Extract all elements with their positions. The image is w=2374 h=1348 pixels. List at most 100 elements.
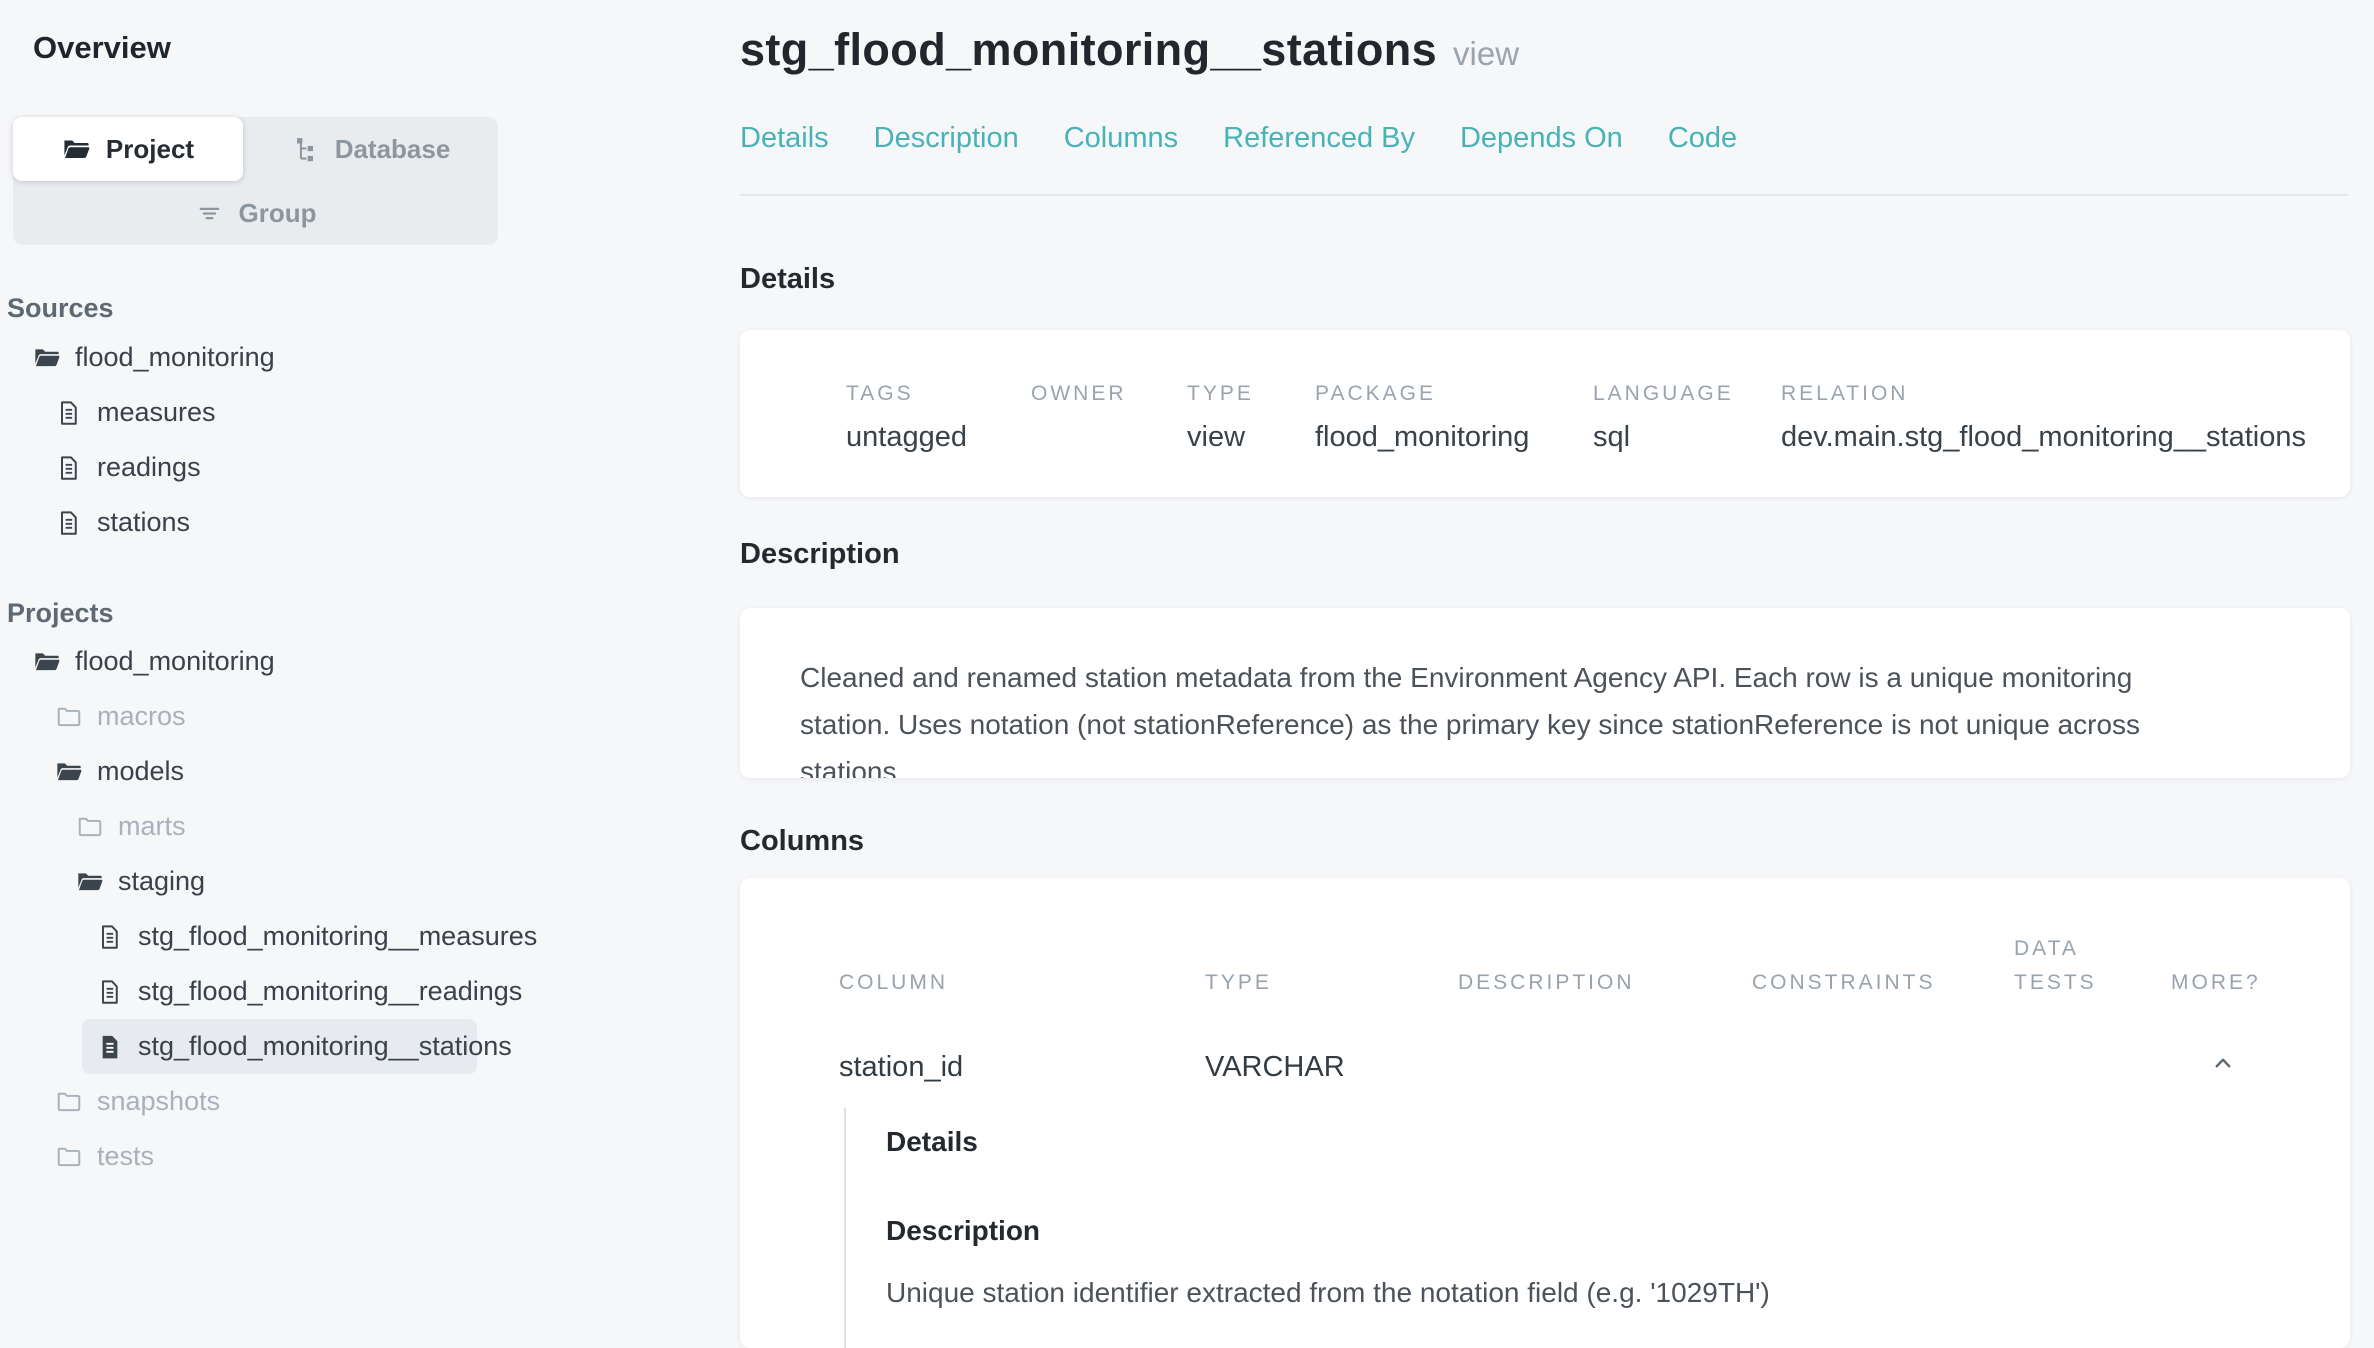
tree-item-label: tests [97, 1141, 154, 1172]
nav-link-columns[interactable]: Columns [1064, 122, 1178, 155]
detail-field-type: TYPE view [1187, 382, 1315, 454]
tree-item-flood_monitoring[interactable]: flood_monitoring [0, 330, 730, 385]
chevron-up-icon[interactable] [2208, 1048, 2238, 1078]
file-icon [55, 454, 83, 482]
nav-link-referenced-by[interactable]: Referenced By [1223, 122, 1415, 155]
file-icon [96, 978, 124, 1006]
view-toggle: Project Database Group [13, 117, 498, 245]
nav-link-description[interactable]: Description [874, 122, 1019, 155]
detail-field-value: sql [1593, 421, 1781, 454]
tab-database-label: Database [335, 134, 451, 165]
page-title: stg_flood_monitoring__stationsview [740, 24, 1519, 76]
folder-open-icon [33, 344, 61, 372]
nav-link-depends-on[interactable]: Depends On [1460, 122, 1623, 155]
description-card: Cleaned and renamed station metadata fro… [740, 608, 2350, 778]
nav-divider [740, 194, 2348, 196]
tree-item-snapshots[interactable]: snapshots [0, 1074, 730, 1129]
tree-item-stg_flood_monitoring__measures[interactable]: stg_flood_monitoring__measures [0, 909, 730, 964]
tree-item-macros[interactable]: macros [0, 689, 730, 744]
column-header-constraints: CONSTRAINTS [1752, 966, 2014, 1000]
sources-section-header: Sources [7, 293, 114, 324]
tree-item-label: snapshots [97, 1086, 220, 1117]
column-header-data-tests: DATA TESTS [2014, 932, 2109, 1000]
cell-column: station_id [839, 1051, 1205, 1084]
lines-icon [195, 199, 224, 228]
model-nav: Details Description Columns Referenced By De… [740, 122, 1737, 155]
file-filled-icon [96, 1033, 124, 1061]
tree-item-staging[interactable]: staging [0, 854, 730, 909]
folder-closed-icon [55, 703, 83, 731]
details-card: TAGS untaggedOWNERTYPE viewPACKAGE flood_mo… [740, 330, 2350, 497]
folder-closed-icon [55, 1143, 83, 1171]
cell-more [2171, 1048, 2350, 1086]
tree-item-label: flood_monitoring [75, 646, 275, 677]
detail-field-value: untagged [846, 421, 1031, 454]
folder-open-icon [76, 868, 104, 896]
tree-item-marts[interactable]: marts [0, 799, 730, 854]
folder-closed-icon [76, 813, 104, 841]
column-header-column: COLUMN [839, 966, 1205, 1000]
detail-field-label: PACKAGE [1315, 382, 1593, 406]
model-name: stg_flood_monitoring__stations [740, 24, 1437, 75]
tree-item-label: stg_flood_monitoring__stations [138, 1031, 512, 1062]
tree-item-label: macros [97, 701, 186, 732]
folder-open-icon [62, 135, 91, 164]
tree-icon [291, 135, 320, 164]
detail-field-tags: TAGS untagged [846, 382, 1031, 454]
tree-item-measures[interactable]: measures [0, 385, 730, 440]
projects-section-header: Projects [7, 598, 114, 629]
detail-field-label: OWNER [1031, 382, 1187, 406]
tree-item-label: staging [118, 866, 205, 897]
tree-item-label: measures [97, 397, 216, 428]
sources-tree: flood_monitoring measures readings stations [0, 330, 730, 550]
details-fields: TAGS untaggedOWNERTYPE viewPACKAGE flood_mo… [740, 330, 2350, 454]
tree-item-label: readings [97, 452, 201, 483]
tree-item-stg_flood_monitoring__readings[interactable]: stg_flood_monitoring__readings [0, 964, 730, 1019]
column-row-station-id[interactable]: station_idVARCHAR [740, 1036, 2350, 1098]
tree-item-readings[interactable]: readings [0, 440, 730, 495]
detail-field-value: flood_monitoring [1315, 421, 1593, 454]
details-section-header: Details [740, 263, 835, 296]
detail-field-value: view [1187, 421, 1315, 454]
tree-item-label: flood_monitoring [75, 342, 275, 373]
file-icon [55, 399, 83, 427]
cell-type: VARCHAR [1205, 1051, 1458, 1084]
detail-field-language: LANGUAGE sql [1593, 382, 1781, 454]
columns-card: COLUMNTYPEDESCRIPTIONCONSTRAINTSDATA TES… [740, 878, 2350, 1348]
tree-item-tests[interactable]: tests [0, 1129, 730, 1184]
sidebar-title: Overview [33, 30, 171, 66]
column-header-type: TYPE [1205, 966, 1458, 1000]
description-section-header: Description [740, 538, 900, 571]
nav-link-details[interactable]: Details [740, 122, 829, 155]
tab-project[interactable]: Project [13, 117, 243, 181]
column-header-description: DESCRIPTION [1458, 966, 1752, 1000]
tree-item-stg_flood_monitoring__stations[interactable]: stg_flood_monitoring__stations [82, 1019, 477, 1074]
view-toggle-row-1: Project Database [13, 117, 498, 181]
tree-item-models[interactable]: models [0, 744, 730, 799]
tree-item-label: stations [97, 507, 190, 538]
tab-group[interactable]: Group [13, 181, 498, 245]
file-icon [55, 509, 83, 537]
column-detail-description-header: Description [886, 1215, 2290, 1247]
sidebar: Overview Project Database Group Sources … [0, 0, 730, 1334]
file-icon [96, 923, 124, 951]
tree-item-label: stg_flood_monitoring__measures [138, 921, 537, 952]
detail-field-label: TYPE [1187, 382, 1315, 406]
nav-link-code[interactable]: Code [1668, 122, 1737, 155]
tree-item-label: models [97, 756, 184, 787]
projects-tree: flood_monitoringmacros models marts staging… [0, 634, 730, 1184]
columns-section-header: Columns [740, 825, 864, 858]
detail-field-package: PACKAGE flood_monitoring [1315, 382, 1593, 454]
tree-item-stations[interactable]: stations [0, 495, 730, 550]
tree-item-flood_monitoring[interactable]: flood_monitoring [0, 634, 730, 689]
tab-database[interactable]: Database [243, 117, 498, 181]
detail-field-label: LANGUAGE [1593, 382, 1781, 406]
tree-item-label: marts [118, 811, 186, 842]
column-detail-details-header: Details [886, 1126, 2290, 1158]
columns-table-header: COLUMNTYPEDESCRIPTIONCONSTRAINTSDATA TES… [740, 878, 2350, 1000]
column-header-more-: MORE? [2171, 966, 2350, 1000]
tab-project-label: Project [106, 134, 194, 165]
detail-field-label: TAGS [846, 382, 1031, 406]
column-expanded-detail: Details Description Unique station ident… [844, 1108, 2290, 1348]
tab-group-label: Group [239, 198, 317, 229]
